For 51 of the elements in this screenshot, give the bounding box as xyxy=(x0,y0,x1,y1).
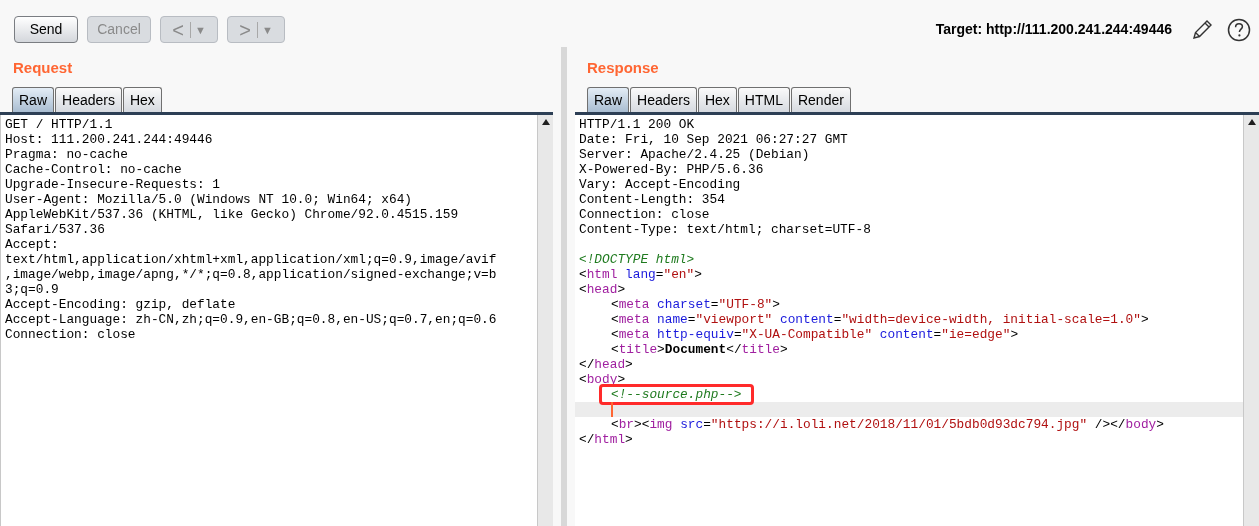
code-line: Server: Apache/2.4.25 (Debian) xyxy=(578,147,810,162)
code-line: 3;q=0.9 xyxy=(5,282,59,297)
code-line: </head> xyxy=(579,357,633,372)
editor-tab[interactable]: Render xyxy=(790,87,851,112)
code-line: text/html,application/xhtml+xml,application/xml;q=0.9,image/avif xyxy=(5,252,497,267)
code-line: Vary: Accept-Encoding xyxy=(578,177,741,192)
code-line: Pragma: no-cache xyxy=(5,147,128,162)
code-line: Accept-Encoding: gzip, deflate xyxy=(5,297,236,312)
scrollbar[interactable] xyxy=(1243,115,1259,526)
code-line: Content-Type: text/html; charset=UTF-8 xyxy=(578,222,871,237)
code-line: <title>Document</title> xyxy=(611,342,788,357)
code-line: ,image/webp,image/apng,*/*;q=0.8,application/signed-exchange;v=b xyxy=(5,267,497,282)
scrollbar[interactable] xyxy=(537,115,553,526)
editor-tab[interactable]: Hex xyxy=(697,87,737,112)
code-line: Connection: close xyxy=(578,207,710,222)
code-line: Upgrade-Insecure-Requests: 1 xyxy=(5,177,221,192)
code-line: AppleWebKit/537.36 (KHTML, like Gecko) Chrome/92.0.4515.159 xyxy=(5,207,459,222)
code-line: Date: Fri, 10 Sep 2021 06:27:27 GMT xyxy=(578,132,848,147)
editor-tab[interactable]: Headers xyxy=(630,87,697,112)
editor-tab[interactable]: Hex xyxy=(122,87,162,112)
code-line: Host: 111.200.241.244:49446 xyxy=(5,132,213,147)
code-line: <head> xyxy=(579,282,626,297)
code-line: <meta charset="UTF-8"> xyxy=(611,297,780,312)
code-line: User-Agent: Mozilla/5.0 (Windows NT 10.0; Win64; x64) xyxy=(5,192,412,207)
editor-tab[interactable]: Raw xyxy=(12,87,54,112)
code-line: Cache-Control: no-cache xyxy=(5,162,182,177)
code-line: </html> xyxy=(579,432,633,447)
toolbar-button[interactable]: Send xyxy=(14,16,78,43)
help-icon[interactable] xyxy=(1227,17,1251,42)
code-line: HTTP/1.1 200 OK xyxy=(578,117,695,132)
code-line: <!DOCTYPE html> xyxy=(579,252,695,267)
editor-tab[interactable]: Headers xyxy=(55,87,122,112)
code-line: Accept: xyxy=(5,237,59,252)
code-line: <!--source.php--> xyxy=(611,387,742,402)
panel-title: Request xyxy=(13,57,73,78)
code-line: <br><img src="https://i.loli.net/2018/11/01/5bdb0d93dc794.jpg" /></body> xyxy=(611,417,1164,432)
code-line: GET / HTTP/1.1 xyxy=(5,117,113,132)
code-line: <meta name="viewport" content="width=device-width, initial-scale=1.0"> xyxy=(611,312,1149,327)
code-line: <body> xyxy=(579,372,626,387)
code-line: Connection: close xyxy=(5,327,136,342)
editor-tab[interactable]: HTML xyxy=(737,87,790,112)
code-line: <html lang="en"> xyxy=(579,267,702,282)
code-line: Content-Length: 354 xyxy=(578,192,725,207)
target-label: Target: http://111.200.241.244:49446 xyxy=(935,20,1172,39)
pencil-icon[interactable] xyxy=(1191,18,1213,41)
code-line: X-Powered-By: PHP/5.6.36 xyxy=(578,162,764,177)
code-line: Safari/537.36 xyxy=(5,222,105,237)
editor-tab[interactable]: Raw xyxy=(587,87,629,112)
panel-title: Response xyxy=(587,57,659,78)
code-line: Accept-Language: zh-CN,zh;q=0.9,en-GB;q=0.8,en-US;q=0.7,en;q=0.6 xyxy=(5,312,497,327)
code-line: <meta http-equiv="X-UA-Compatible" content="ie=edge"> xyxy=(611,327,1019,342)
